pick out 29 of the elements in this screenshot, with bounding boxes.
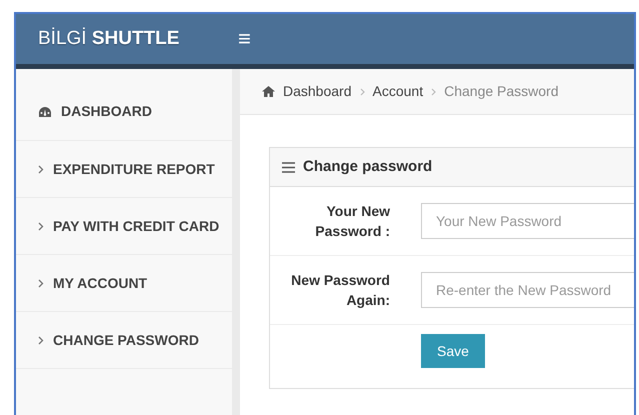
sidebar-item[interactable]: CHANGE PASSWORD [16,312,232,369]
sidebar-item[interactable]: EXPENDITURE REPORT [16,141,232,198]
sidebar-item-label: MY ACCOUNT [53,274,148,292]
chevron-icon [38,222,44,230]
panel-title: Change password [303,156,432,177]
field-label: New Password Again: [290,271,390,310]
field-label: Your New Password : [314,202,390,241]
dashboard-gauge-icon [38,106,52,118]
brand-title: BİLGİ SHUTTLE [37,26,180,51]
breadcrumb-link[interactable]: Dashboard [283,81,352,102]
breadcrumb-separator-icon [360,88,364,96]
chevron-icon [38,164,44,174]
menu-toggle[interactable]: ≡ [238,28,251,50]
chevron-icon [38,278,44,288]
sidebar-item-label: DASHBOARD [61,102,152,121]
sidebar-item-label: EXPENDITURE REPORT [53,160,215,178]
sidebar-item-label: PAY WITH CREDIT CARD [53,216,220,236]
home-icon [262,86,275,97]
breadcrumb-link[interactable]: Account [372,81,424,102]
password-field[interactable]: Your New Password [421,203,634,239]
breadcrumb-current: Change Password [444,82,558,101]
sidebar-item[interactable]: MY ACCOUNT [16,255,232,312]
breadcrumb-separator-icon [431,88,436,96]
sidebar-item[interactable]: DASHBOARD [16,69,232,141]
chevron-icon [38,336,44,344]
password-field[interactable]: Re-enter the New Password [421,272,634,308]
list-icon [282,162,295,172]
sidebar-item-label: CHANGE PASSWORD [53,330,199,350]
sidebar-item[interactable]: PAY WITH CREDIT CARD [16,198,232,255]
